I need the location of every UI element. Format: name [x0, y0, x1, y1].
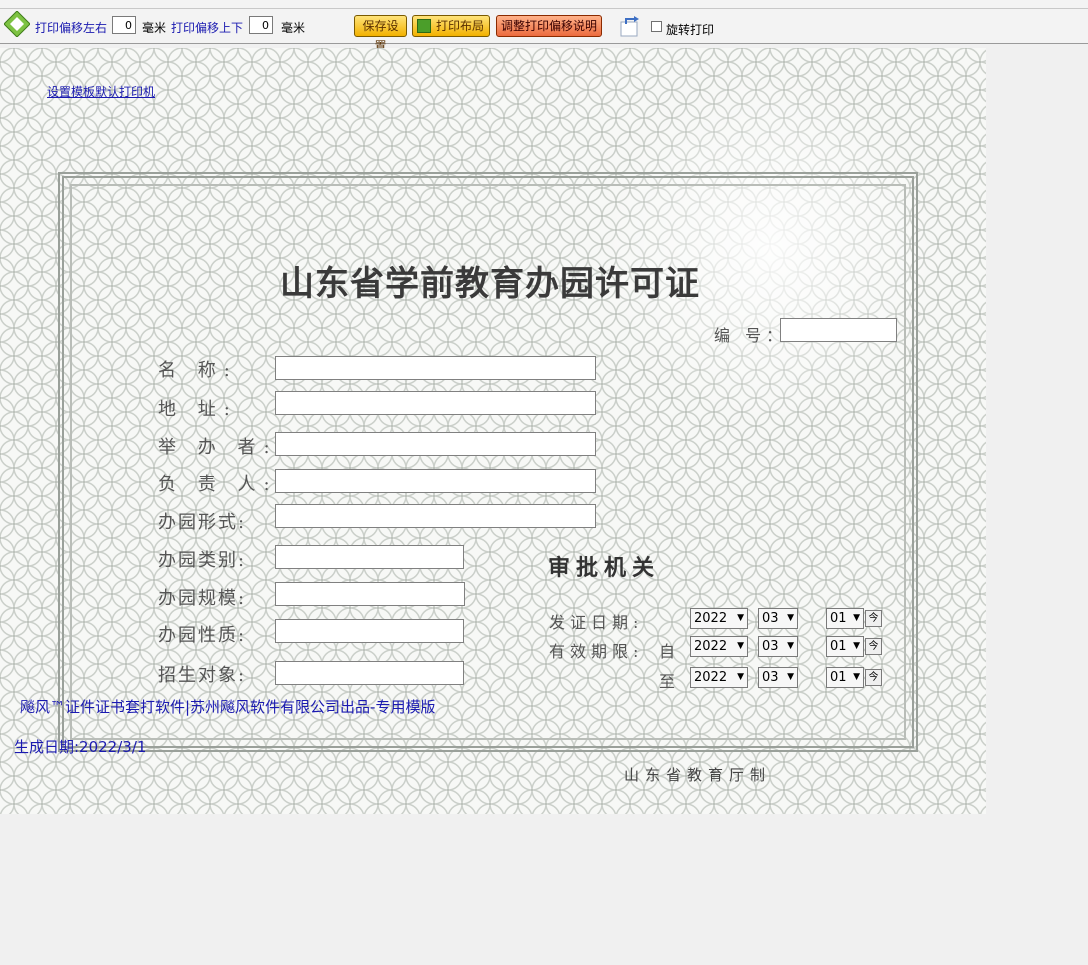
generated-date-text: 生成日期:2022/3/1	[14, 738, 147, 756]
approval-authority-label: 审批机关	[548, 555, 661, 581]
field-label-address: 地 址:	[158, 399, 238, 420]
enrollment-target-input[interactable]	[275, 661, 464, 685]
print-layout-label: 打印布局	[435, 19, 484, 33]
field-label-enrollment: 招生对象:	[158, 665, 247, 686]
to-label: 至	[659, 672, 681, 691]
issue-year-select[interactable]: 2022 ▼	[690, 608, 748, 629]
valid-to-today-button[interactable]: 今	[865, 669, 882, 686]
layout-icon	[417, 19, 431, 33]
chevron-down-icon: ▼	[787, 672, 794, 682]
rotate-print-checkbox[interactable]	[651, 21, 662, 32]
valid-to-day-select[interactable]: 01 ▼	[826, 667, 864, 688]
issuer-text: 山东省教育厅制	[624, 766, 772, 784]
valid-from-month-select[interactable]: 03 ▼	[758, 636, 798, 657]
certificate-canvas: 设置模板默认打印机 山东省学前教育办园许可证 编 号： 名 称: 地 址: 举 …	[0, 48, 986, 814]
valid-from-year-value: 2022	[694, 639, 728, 654]
offset-ud-label: 打印偏移上下	[171, 21, 244, 35]
issue-date-label: 发证日期:	[549, 613, 644, 632]
print-layout-button[interactable]: 打印布局	[412, 15, 490, 37]
valid-to-month-select[interactable]: 03 ▼	[758, 667, 798, 688]
chevron-down-icon: ▼	[787, 641, 794, 651]
address-input[interactable]	[275, 391, 596, 415]
save-settings-button[interactable]: 保存设置	[354, 15, 407, 53]
principal-input[interactable]	[275, 469, 596, 493]
issue-today-button[interactable]: 今	[865, 610, 882, 627]
school-form-input[interactable]	[275, 504, 596, 528]
chevron-down-icon: ▼	[737, 613, 744, 623]
top-menu-strip	[0, 0, 1088, 9]
valid-from-day-value: 01	[830, 639, 847, 654]
valid-from-day-select[interactable]: 01 ▼	[826, 636, 864, 657]
name-input[interactable]	[275, 356, 596, 380]
chevron-down-icon: ▼	[853, 672, 860, 682]
valid-to-day-value: 01	[830, 670, 847, 685]
valid-from-year-select[interactable]: 2022 ▼	[690, 636, 748, 657]
issue-year-value: 2022	[694, 611, 728, 626]
field-label-principal: 负 责 人:	[158, 474, 278, 495]
print-toolbar: 打印偏移左右 毫米 打印偏移上下 毫米 保存设置 打印布局 调整打印偏移说明 旋…	[0, 9, 1088, 53]
offset-lr-input[interactable]	[112, 16, 136, 34]
valid-to-month-value: 03	[762, 670, 779, 685]
school-category-input[interactable]	[275, 545, 464, 569]
issue-month-select[interactable]: 03 ▼	[758, 608, 798, 629]
certificate-title: 山东省学前教育办园许可证	[280, 264, 700, 304]
field-label-form: 办园形式:	[158, 512, 247, 533]
issue-day-value: 01	[830, 611, 847, 626]
chevron-down-icon: ▼	[737, 672, 744, 682]
rotate-print-label: 旋转打印	[666, 23, 715, 37]
sponsor-input[interactable]	[275, 432, 596, 456]
adjust-offset-help-button[interactable]: 调整打印偏移说明	[496, 15, 602, 37]
offset-lr-label: 打印偏移左右	[35, 21, 108, 35]
chevron-down-icon: ▼	[853, 613, 860, 623]
field-label-nature: 办园性质:	[158, 625, 247, 646]
field-label-sponsor: 举 办 者:	[158, 437, 278, 458]
direction-diamond-icon[interactable]	[4, 11, 30, 37]
serial-label: 编 号：	[714, 326, 788, 345]
school-scale-input[interactable]	[275, 582, 465, 606]
offset-lr-unit: 毫米	[142, 21, 167, 35]
chevron-down-icon: ▼	[787, 613, 794, 623]
valid-from-month-value: 03	[762, 639, 779, 654]
issue-month-value: 03	[762, 611, 779, 626]
serial-input[interactable]	[780, 318, 897, 342]
valid-to-year-select[interactable]: 2022 ▼	[690, 667, 748, 688]
from-label: 自	[659, 642, 681, 661]
valid-to-year-value: 2022	[694, 670, 728, 685]
rotate-icon[interactable]	[618, 14, 642, 38]
field-label-category: 办园类别:	[158, 550, 247, 571]
school-nature-input[interactable]	[275, 619, 464, 643]
set-default-printer-link[interactable]: 设置模板默认打印机	[47, 83, 155, 100]
issue-day-select[interactable]: 01 ▼	[826, 608, 864, 629]
field-label-name: 名 称:	[158, 360, 238, 381]
offset-ud-unit: 毫米	[281, 21, 306, 35]
software-credit-text: 飚风™证件证书套打软件|苏州飚风软件有限公司出品-专用模版	[20, 698, 436, 716]
chevron-down-icon: ▼	[853, 641, 860, 651]
offset-ud-input[interactable]	[249, 16, 273, 34]
chevron-down-icon: ▼	[737, 641, 744, 651]
valid-from-today-button[interactable]: 今	[865, 638, 882, 655]
field-label-scale: 办园规模:	[158, 588, 247, 609]
valid-period-label: 有效期限:	[549, 642, 644, 661]
